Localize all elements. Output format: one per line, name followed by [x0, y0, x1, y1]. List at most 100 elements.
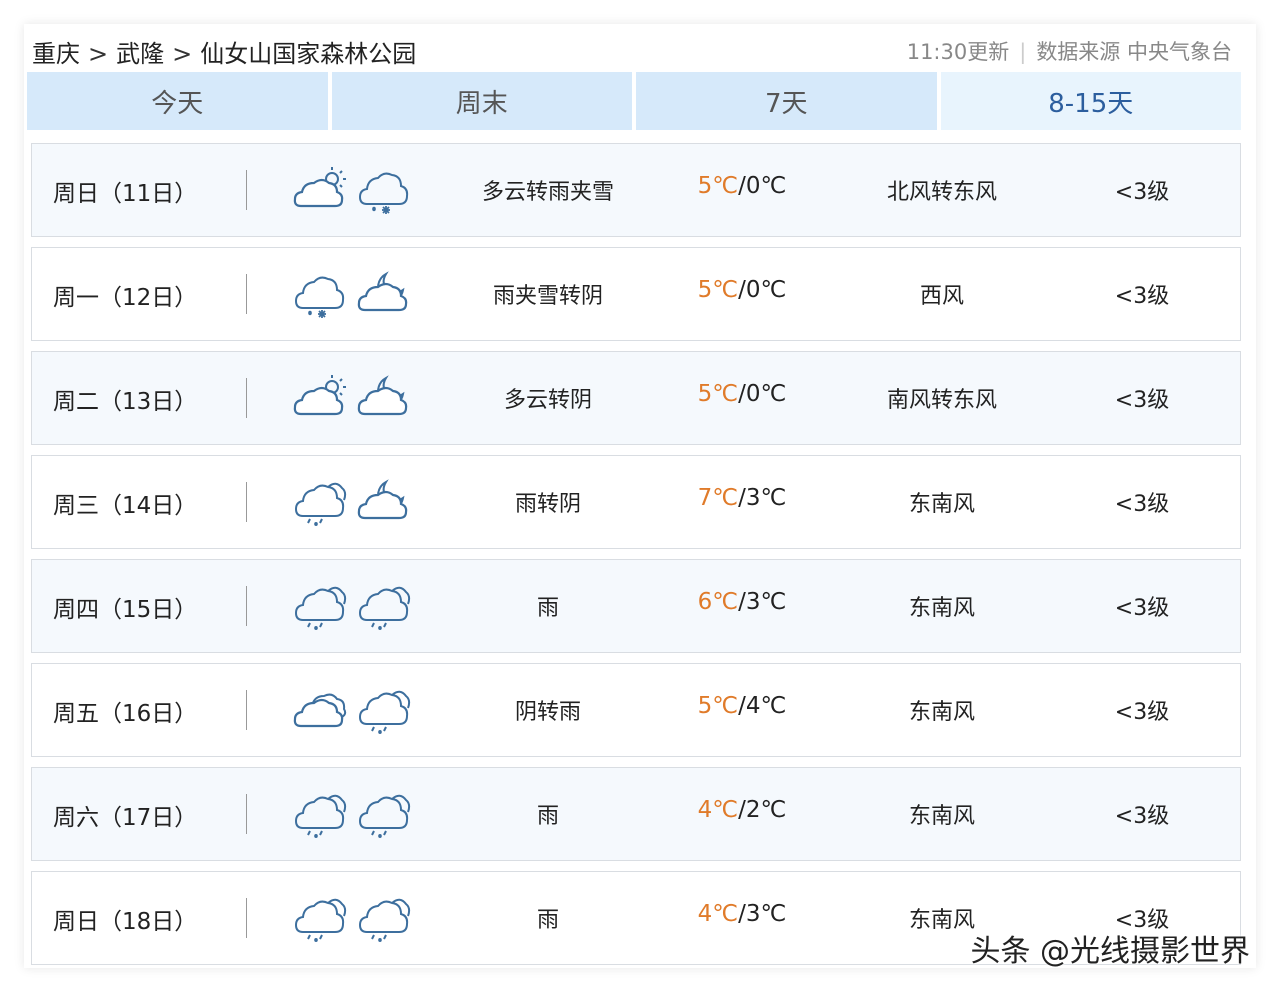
temp-separator: / — [738, 277, 746, 303]
temp-low: 3℃ — [745, 485, 787, 511]
weather-icons — [292, 892, 412, 942]
temperature-range: 5℃/4℃ — [672, 693, 812, 719]
forecast-row: 周三（14日） 雨转阴 7℃/3℃ 东南风 <3级 — [31, 455, 1241, 549]
temperature-range: 5℃/0℃ — [672, 381, 812, 407]
temp-separator: / — [738, 381, 746, 407]
temp-high: 7℃ — [697, 485, 739, 511]
row-divider — [246, 586, 247, 626]
breadcrumb: 重庆 > 武隆 > 仙女山国家森林公园 — [32, 34, 416, 69]
temp-low: 2℃ — [745, 797, 787, 823]
rain-icon — [356, 684, 412, 734]
rain-icon — [292, 580, 348, 630]
temperature-range: 7℃/3℃ — [672, 485, 812, 511]
weather-icons — [292, 788, 412, 838]
temp-high: 4℃ — [697, 901, 739, 927]
temp-separator: / — [738, 693, 746, 719]
rain-icon — [292, 476, 348, 526]
weather-icons — [292, 476, 412, 526]
weather-icons — [292, 372, 412, 422]
rain-icon — [356, 892, 412, 942]
temp-high: 5℃ — [697, 381, 739, 407]
row-divider — [246, 482, 247, 522]
temperature-range: 4℃/2℃ — [672, 797, 812, 823]
forecast-list: 周日（11日） 多云转雨夹雪 5℃/0℃ 北风转东风 <3级 周一（12日） 雨夹雪转阴 5℃… — [31, 143, 1241, 975]
temp-separator: / — [738, 797, 746, 823]
wind-direction: 西风 — [919, 284, 964, 309]
forecast-day: 周三（14日） — [53, 493, 198, 519]
weather-icons — [292, 164, 412, 214]
temp-low: 4℃ — [745, 693, 787, 719]
breadcrumb-item-location: 仙女山国家森林公园 — [200, 40, 417, 68]
temperature-range: 5℃/0℃ — [672, 277, 812, 303]
temperature-range: 5℃/0℃ — [672, 173, 812, 199]
tab-8-15-days[interactable]: 8-15天 — [940, 72, 1241, 130]
row-divider — [246, 898, 247, 938]
sleet-icon — [292, 268, 348, 318]
temp-high: 5℃ — [697, 173, 739, 199]
partly-cloudy-day-icon — [292, 164, 348, 214]
rain-icon — [292, 788, 348, 838]
weather-icons — [292, 580, 412, 630]
rain-icon — [356, 580, 412, 630]
temperature-range: 6℃/3℃ — [672, 589, 812, 615]
temp-separator: / — [738, 485, 746, 511]
forecast-tabs: 今天 周末 7天 8-15天 — [27, 72, 1241, 130]
forecast-row: 周一（12日） 雨夹雪转阴 5℃/0℃ 西风 <3级 — [31, 247, 1241, 341]
meta-divider: | — [1019, 40, 1027, 64]
wind-direction: 东南风 — [908, 700, 975, 725]
wind-direction: 南风转东风 — [886, 388, 997, 413]
header-row: 重庆 > 武隆 > 仙女山国家森林公园 11:30更新 | 数据来源 中央气象台 — [24, 24, 1256, 72]
row-divider — [246, 170, 247, 210]
cloudy-night-icon — [356, 372, 412, 422]
tab-weekend[interactable]: 周末 — [331, 72, 632, 130]
tab-7-days[interactable]: 7天 — [636, 72, 937, 130]
forecast-day: 周五（16日） — [53, 701, 198, 727]
wind-level: <3级 — [1114, 700, 1170, 725]
weather-description: 雨夹雪转阴 — [492, 284, 603, 309]
watermark: 头条 @光线摄影世界 — [970, 934, 1250, 969]
weather-description: 多云转阴 — [503, 388, 592, 413]
weather-description: 雨 — [536, 804, 559, 829]
temp-high: 4℃ — [697, 797, 739, 823]
forecast-row: 周二（13日） 多云转阴 5℃/0℃ 南风转东风 <3级 — [31, 351, 1241, 445]
breadcrumb-separator: > — [172, 40, 193, 68]
tab-today[interactable]: 今天 — [27, 72, 328, 130]
forecast-row: 周六（17日） 雨 4℃/2℃ 东南风 <3级 — [31, 767, 1241, 861]
row-divider — [246, 378, 247, 418]
wind-level: <3级 — [1114, 596, 1170, 621]
wind-direction: 东南风 — [908, 492, 975, 517]
temperature-range: 4℃/3℃ — [672, 901, 812, 927]
overcast-icon — [292, 684, 348, 734]
weather-description: 多云转雨夹雪 — [481, 180, 614, 205]
temp-separator: / — [738, 589, 746, 615]
row-divider — [246, 794, 247, 834]
temp-low: 3℃ — [745, 901, 787, 927]
temp-high: 6℃ — [697, 589, 739, 615]
forecast-day: 周六（17日） — [53, 805, 198, 831]
rain-icon — [292, 892, 348, 942]
forecast-day: 周一（12日） — [53, 285, 198, 311]
temp-low: 0℃ — [745, 381, 787, 407]
wind-direction: 东南风 — [908, 596, 975, 621]
weather-description: 阴转雨 — [514, 700, 581, 725]
forecast-day: 周四（15日） — [53, 597, 198, 623]
forecast-row: 周五（16日） 阴转雨 5℃/4℃ 东南风 <3级 — [31, 663, 1241, 757]
row-divider — [246, 274, 247, 314]
temp-separator: / — [738, 901, 746, 927]
cloudy-night-icon — [356, 268, 412, 318]
weather-card: 重庆 > 武隆 > 仙女山国家森林公园 11:30更新 | 数据来源 中央气象台 今天 周末… — [24, 24, 1256, 968]
weather-icons — [292, 684, 412, 734]
cloudy-night-icon — [356, 476, 412, 526]
weather-icons — [292, 268, 412, 318]
weather-description: 雨 — [536, 908, 559, 933]
breadcrumb-item-county[interactable]: 武隆 — [116, 40, 164, 68]
update-time: 11:30更新 — [906, 40, 1010, 64]
forecast-day: 周二（13日） — [53, 389, 198, 415]
forecast-row: 周四（15日） 雨 6℃/3℃ 东南风 <3级 — [31, 559, 1241, 653]
weather-description: 雨 — [536, 596, 559, 621]
breadcrumb-item-province[interactable]: 重庆 — [32, 40, 80, 68]
rain-icon — [356, 788, 412, 838]
wind-level: <3级 — [1114, 492, 1170, 517]
wind-level: <3级 — [1114, 284, 1170, 309]
data-source: 数据来源 中央气象台 — [1036, 40, 1232, 64]
